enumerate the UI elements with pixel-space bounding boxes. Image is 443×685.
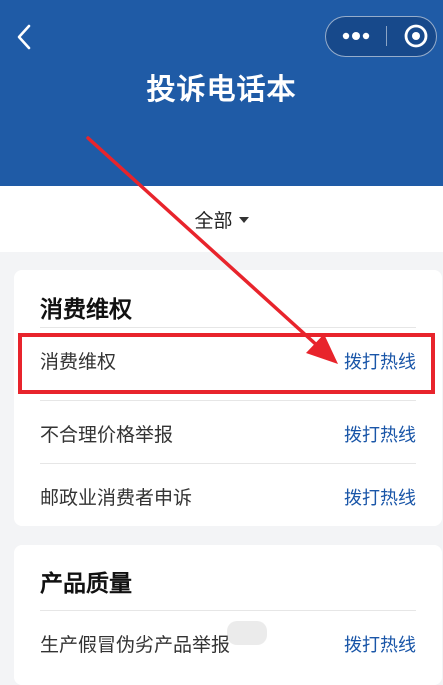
chevron-left-icon [17, 24, 31, 50]
hotline-row: 生产假冒伪劣产品举报 拨打热线 [40, 610, 416, 673]
capsule-divider [386, 26, 387, 46]
more-dots-icon [342, 32, 370, 40]
filter-label: 全部 [194, 210, 233, 232]
call-hotline-button[interactable]: 拨打热线 [344, 348, 416, 374]
category-filter-dropdown[interactable]: 全部 [0, 206, 443, 233]
more-button[interactable] [326, 17, 386, 55]
close-mini-program-button[interactable] [396, 17, 436, 55]
hotline-row: 邮政业消费者申诉 拨打热线 [40, 463, 416, 526]
back-button[interactable] [10, 20, 40, 54]
caret-down-icon [238, 216, 249, 223]
mini-program-capsule [325, 16, 437, 57]
section-title: 产品质量 [40, 571, 132, 597]
hotline-name: 邮政业消费者申诉 [40, 487, 193, 509]
filter-bar: 全部 [0, 186, 443, 252]
call-hotline-button[interactable]: 拨打热线 [344, 631, 416, 657]
section-card-product-quality: 产品质量 生产假冒伪劣产品举报 拨打热线 [14, 545, 442, 685]
hotline-name: 不合理价格举报 [40, 424, 174, 446]
watermark-blur [227, 621, 267, 645]
hotline-name: 消费维权 [40, 351, 117, 373]
hotline-row: 不合理价格举报 拨打热线 [40, 400, 416, 463]
section-title: 消费维权 [40, 297, 132, 323]
hotline-name: 生产假冒伪劣产品举报 [40, 634, 231, 656]
hotline-row: 消费维权 拨打热线 [40, 327, 416, 390]
section-card-consumer-rights: 消费维权 消费维权 拨打热线 不合理价格举报 拨打热线 邮政业消费者申诉 拨打热… [14, 270, 442, 526]
page-title: 投诉电话本 [146, 72, 297, 106]
call-hotline-button[interactable]: 拨打热线 [344, 484, 416, 510]
top-header: 投诉电话本 [0, 0, 443, 186]
call-hotline-button[interactable]: 拨打热线 [344, 421, 416, 447]
target-circle-icon [404, 24, 428, 48]
